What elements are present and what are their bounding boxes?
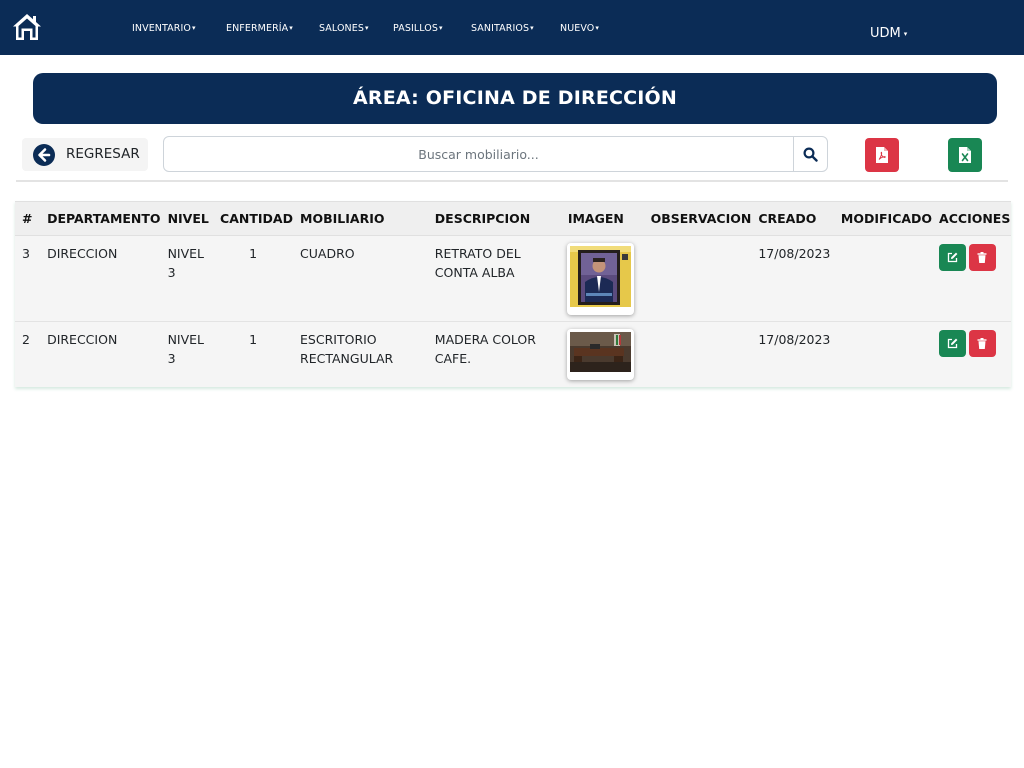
delete-button[interactable] — [969, 244, 997, 271]
cell-mobiliario: ESCRITORIO RECTANGULAR — [293, 321, 428, 387]
cell-observacion — [643, 235, 752, 322]
cell-number: 3 — [15, 235, 41, 322]
nav-menu-label: SANITARIOS — [471, 23, 530, 34]
cell-descripcion-text: MADERA COLOR CAFE. — [434, 332, 536, 366]
edit-icon — [947, 252, 958, 263]
nav-menu-label: ENFERMERÍA — [226, 23, 289, 34]
home-icon[interactable] — [12, 13, 42, 41]
user-menu[interactable]: UDM ▾ — [870, 26, 907, 41]
column-header-cantidad: CANTIDAD — [213, 201, 294, 236]
page-title: ÁREA: OFICINA DE DIRECCIÓN — [33, 73, 997, 124]
nav-menu-label: INVENTARIO — [132, 23, 191, 34]
cell-creado: 17/08/2023 — [751, 235, 834, 322]
export-excel-button[interactable] — [948, 138, 982, 172]
file-excel-icon — [959, 147, 971, 163]
search-input[interactable] — [163, 136, 794, 172]
cell-creado: 17/08/2023 — [751, 321, 834, 387]
edit-button[interactable] — [939, 330, 967, 357]
column-header-creado: CREADO — [751, 201, 834, 236]
edit-icon — [947, 338, 958, 349]
column-header-number: # — [15, 201, 41, 236]
user-menu-label: UDM — [870, 26, 901, 41]
nav-menu-label: PASILLOS — [393, 23, 439, 34]
column-header-mobiliario: MOBILIARIO — [293, 201, 428, 236]
column-header-modificado: MODIFICADO — [833, 201, 933, 236]
portrait-image — [569, 246, 631, 307]
back-button[interactable]: REGRESAR — [22, 138, 148, 171]
table-row: 2 DIRECCION NIVEL 3 1 ESCRITORIO RECTANG… — [15, 321, 1011, 387]
cell-departamento: DIRECCION — [40, 321, 161, 387]
cell-nivel: NIVEL 3 — [160, 235, 214, 322]
cell-nivel-text: NIVEL 3 — [167, 332, 205, 366]
export-pdf-button[interactable] — [865, 138, 899, 172]
cell-descripcion: MADERA COLOR CAFE. — [427, 321, 561, 387]
chevron-down-icon: ▾ — [439, 24, 443, 32]
chevron-down-icon: ▾ — [364, 24, 369, 32]
cell-modificado — [833, 235, 933, 322]
table-header-row: # DEPARTAMENTO NIVEL CANTIDAD MOBILIARIO… — [15, 201, 1011, 236]
file-pdf-icon — [876, 147, 888, 163]
back-button-label: REGRESAR — [66, 146, 140, 162]
search-button[interactable] — [793, 136, 828, 172]
cell-modificado — [833, 321, 933, 387]
chevron-down-icon: ▾ — [530, 24, 534, 32]
framed-portrait-thumbnail[interactable] — [566, 243, 634, 315]
nav-menu-nuevo[interactable]: NUEVO▾ — [560, 23, 599, 34]
column-header-nivel: NIVEL — [160, 201, 214, 236]
cell-number: 2 — [15, 321, 41, 387]
cell-mobiliario: CUADRO — [293, 235, 428, 322]
nav-menu-label: NUEVO — [560, 23, 595, 34]
chevron-down-icon: ▾ — [289, 24, 293, 32]
delete-button[interactable] — [969, 330, 997, 357]
cell-observacion — [643, 321, 752, 387]
search-icon — [803, 147, 818, 162]
edit-button[interactable] — [939, 244, 967, 271]
nav-menu-enfermeria[interactable]: ENFERMERÍA▾ — [226, 23, 293, 34]
top-navbar: INVENTARIO▾ ENFERMERÍA▾ SALONES▾ PASILLO… — [0, 0, 1024, 55]
cell-imagen — [560, 235, 644, 322]
nav-menu-label: SALONES — [319, 23, 364, 34]
table-row: 3 DIRECCION NIVEL 3 1 CUADRO RETRATO DEL… — [15, 235, 1011, 322]
trash-icon — [977, 338, 987, 349]
column-header-imagen: IMAGEN — [560, 201, 644, 236]
chevron-down-icon: ▾ — [903, 30, 908, 38]
office-desk-thumbnail[interactable] — [566, 329, 634, 380]
cell-acciones — [932, 321, 1011, 387]
nav-menu-salones[interactable]: SALONES▾ — [319, 23, 369, 34]
cell-imagen — [560, 321, 644, 387]
furniture-table: # DEPARTAMENTO NIVEL CANTIDAD MOBILIARIO… — [15, 201, 1011, 387]
cell-departamento: DIRECCION — [40, 235, 161, 322]
divider — [16, 180, 1008, 182]
trash-icon — [977, 252, 987, 263]
cell-nivel: NIVEL 3 — [160, 321, 214, 387]
chevron-down-icon: ▾ — [595, 24, 599, 32]
cell-cantidad: 1 — [213, 321, 294, 387]
column-header-acciones: ACCIONES — [932, 201, 1011, 236]
cell-descripcion: RETRATO DEL CONTA ALBA — [427, 235, 561, 322]
chevron-down-icon: ▾ — [191, 24, 196, 32]
cell-acciones — [932, 235, 1011, 322]
desk-image — [569, 332, 631, 372]
column-header-descripcion: DESCRIPCION — [427, 201, 561, 236]
column-header-departamento: DEPARTAMENTO — [40, 201, 161, 236]
column-header-observacion: OBSERVACION — [643, 201, 752, 236]
nav-menu-inventario[interactable]: INVENTARIO▾ — [132, 23, 196, 34]
cell-nivel-text: NIVEL 3 — [167, 246, 205, 280]
nav-menu-sanitarios[interactable]: SANITARIOS▾ — [471, 23, 534, 34]
cell-descripcion-text: RETRATO DEL CONTA ALBA — [434, 246, 521, 280]
nav-menu-pasillos[interactable]: PASILLOS▾ — [393, 23, 443, 34]
cell-cantidad: 1 — [213, 235, 294, 322]
arrow-left-circle-icon — [33, 144, 55, 166]
